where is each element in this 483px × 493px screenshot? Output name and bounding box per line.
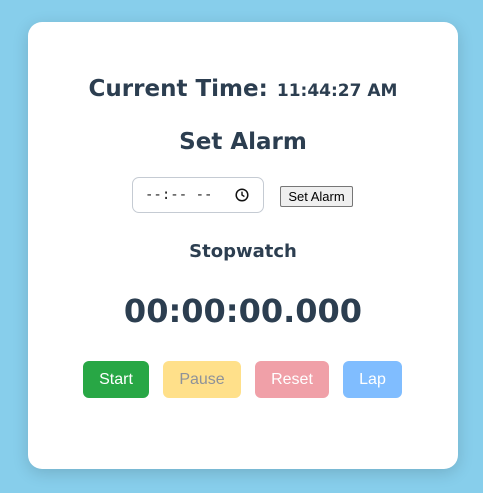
current-time-label: Current Time:: [88, 76, 268, 102]
start-button[interactable]: Start: [83, 361, 149, 398]
alarm-time-input[interactable]: --:-- --: [132, 177, 264, 213]
pause-button[interactable]: Pause: [163, 361, 241, 398]
clock-icon[interactable]: [235, 188, 249, 202]
app-card: Current Time: 11:44:27 AM Set Alarm --:-…: [28, 22, 458, 469]
alarm-title: Set Alarm: [179, 129, 307, 155]
lap-button[interactable]: Lap: [343, 361, 402, 398]
set-alarm-button[interactable]: Set Alarm: [280, 186, 353, 207]
current-time-value: 11:44:27 AM: [276, 81, 398, 101]
alarm-time-placeholder: --:-- --: [145, 187, 213, 203]
stopwatch-title: Stopwatch: [189, 241, 297, 262]
reset-button[interactable]: Reset: [255, 361, 329, 398]
stopwatch-display: 00:00:00.000: [123, 292, 363, 330]
current-time: Current Time: 11:44:27 AM: [28, 76, 458, 102]
